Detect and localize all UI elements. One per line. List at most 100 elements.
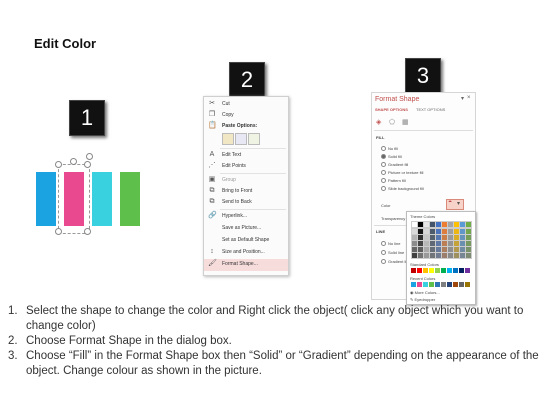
menu-separator bbox=[220, 148, 286, 149]
standard-color-swatch[interactable] bbox=[411, 268, 416, 273]
paint-bucket-icon: ◓ bbox=[448, 199, 453, 206]
theme-color-swatch[interactable] bbox=[465, 221, 472, 228]
context-menu: ✂ Cut ❐ Copy 📋 Paste Options: A Edit Tex… bbox=[203, 96, 289, 276]
line-heading[interactable]: LINE bbox=[376, 229, 385, 234]
shape-bar-blue[interactable] bbox=[36, 172, 56, 226]
color-wheel-icon: ◉ bbox=[410, 290, 414, 295]
menu-separator bbox=[220, 173, 286, 174]
selection-outline bbox=[58, 164, 90, 234]
recent-color-swatch[interactable] bbox=[417, 282, 422, 287]
resize-handle-bl[interactable] bbox=[55, 228, 62, 235]
menu-item-group[interactable]: ▣ Group bbox=[204, 175, 288, 186]
recent-color-swatch[interactable] bbox=[465, 282, 470, 287]
size-position-icon: ↕ bbox=[210, 248, 214, 255]
instruction-number: 2. bbox=[8, 335, 18, 347]
pane-divider bbox=[374, 130, 473, 131]
group-icon: ▣ bbox=[208, 176, 216, 183]
standard-color-swatch[interactable] bbox=[429, 268, 434, 273]
menu-separator bbox=[220, 209, 286, 210]
radio-gradient-line[interactable] bbox=[381, 259, 386, 264]
paste-picture-icon[interactable] bbox=[235, 133, 247, 145]
label-no-fill: No fill bbox=[388, 146, 399, 151]
tab-shape-options[interactable]: SHAPE OPTIONS bbox=[375, 107, 408, 112]
effects-icon[interactable]: ⬠ bbox=[389, 118, 397, 126]
radio-slide-bg-fill[interactable] bbox=[381, 186, 386, 191]
standard-color-swatch[interactable] bbox=[453, 268, 458, 273]
standard-color-row bbox=[411, 268, 473, 274]
paste-text-icon[interactable] bbox=[248, 133, 260, 145]
label-pattern-fill: Pattern fill bbox=[388, 178, 406, 183]
adjust-handle[interactable] bbox=[86, 153, 93, 160]
resize-handle-tr[interactable] bbox=[84, 161, 91, 168]
hyperlink-icon: 🔗 bbox=[208, 212, 217, 219]
radio-solid-fill[interactable] bbox=[381, 154, 386, 159]
standard-color-swatch[interactable] bbox=[417, 268, 422, 273]
shape-bar-green[interactable] bbox=[120, 172, 140, 226]
recent-color-swatch[interactable] bbox=[447, 282, 452, 287]
theme-colors-label: Theme Colors bbox=[410, 214, 436, 219]
standard-color-swatch[interactable] bbox=[447, 268, 452, 273]
recent-color-swatch[interactable] bbox=[435, 282, 440, 287]
tab-text-options[interactable]: TEXT OPTIONS bbox=[416, 107, 445, 112]
menu-item-format-shape[interactable]: 🖌 Format Shape... bbox=[204, 259, 288, 271]
instruction-text: Select the shape to change the color and… bbox=[26, 305, 524, 332]
menu-item-cut[interactable]: ✂ Cut bbox=[204, 99, 288, 110]
theme-color-swatch[interactable] bbox=[465, 252, 472, 259]
standard-color-swatch[interactable] bbox=[465, 268, 470, 273]
standard-color-swatch[interactable] bbox=[423, 268, 428, 273]
radio-solid-line[interactable] bbox=[381, 250, 386, 255]
recent-color-swatch[interactable] bbox=[429, 282, 434, 287]
more-colors-item[interactable]: ◉ More Colors... bbox=[410, 290, 440, 295]
color-palette-dropdown: Theme Colors Standard Colors Recent Colo… bbox=[406, 211, 476, 305]
resize-handle-br[interactable] bbox=[84, 228, 91, 235]
close-icon[interactable]: × bbox=[467, 95, 471, 101]
fill-heading[interactable]: FILL bbox=[376, 135, 384, 140]
instruction-number: 1. bbox=[8, 305, 18, 317]
edit-points-icon: ⋰ bbox=[208, 162, 216, 169]
menu-item-bring-to-front[interactable]: ⧉ Bring to Front bbox=[204, 186, 288, 197]
standard-color-swatch[interactable] bbox=[435, 268, 440, 273]
edit-text-icon: A bbox=[209, 151, 215, 158]
radio-picture-fill[interactable] bbox=[381, 170, 386, 175]
copy-icon: ❐ bbox=[208, 111, 216, 118]
paste-keep-source-icon[interactable] bbox=[222, 133, 234, 145]
instruction-item: 3. Choose “Fill” in the Format Shape box… bbox=[8, 349, 548, 379]
size-properties-icon[interactable]: ▦ bbox=[402, 118, 410, 126]
recent-color-swatch[interactable] bbox=[423, 282, 428, 287]
label-gradient-fill: Gradient fill bbox=[388, 162, 409, 167]
page-title: Edit Color bbox=[34, 36, 97, 51]
radio-gradient-fill[interactable] bbox=[381, 162, 386, 167]
eyedropper-item[interactable]: ✎ Eyedropper bbox=[410, 297, 435, 302]
menu-item-copy[interactable]: ❐ Copy bbox=[204, 110, 288, 121]
recent-color-swatch[interactable] bbox=[453, 282, 458, 287]
recent-color-swatch[interactable] bbox=[459, 282, 464, 287]
color-picker-button[interactable]: ◓ ▾ bbox=[446, 199, 464, 210]
menu-item-edit-text[interactable]: A Edit Text bbox=[204, 150, 288, 161]
menu-item-hyperlink[interactable]: 🔗 Hyperlink... bbox=[204, 211, 288, 222]
scissors-icon: ✂ bbox=[209, 100, 215, 107]
radio-pattern-fill[interactable] bbox=[381, 178, 386, 183]
chevron-down-icon: ▾ bbox=[457, 201, 461, 207]
format-shape-icon: 🖌 bbox=[208, 260, 217, 267]
bring-front-icon: ⧉ bbox=[209, 187, 215, 194]
paste-icon: 📋 bbox=[208, 122, 217, 129]
recent-color-swatch[interactable] bbox=[441, 282, 446, 287]
menu-item-set-default-shape[interactable]: Set as Default Shape bbox=[204, 235, 288, 246]
menu-item-save-as-picture[interactable]: Save as Picture... bbox=[204, 223, 288, 234]
recent-color-swatch[interactable] bbox=[411, 282, 416, 287]
resize-handle-tl[interactable] bbox=[55, 161, 62, 168]
fill-line-icon[interactable]: ◈ bbox=[376, 118, 384, 126]
recent-color-row bbox=[411, 282, 473, 288]
standard-color-swatch[interactable] bbox=[459, 268, 464, 273]
shape-bar-cyan[interactable] bbox=[92, 172, 112, 226]
pane-dropdown-icon[interactable]: ▾ bbox=[461, 95, 464, 102]
standard-color-swatch[interactable] bbox=[441, 268, 446, 273]
transparency-label: Transparency bbox=[381, 216, 406, 221]
radio-no-fill[interactable] bbox=[381, 146, 386, 151]
rotate-handle[interactable] bbox=[70, 158, 77, 165]
menu-item-send-to-back[interactable]: ⧉ Send to Back bbox=[204, 197, 288, 208]
label-solid-fill: Solid fill bbox=[388, 154, 402, 159]
radio-no-line[interactable] bbox=[381, 241, 386, 246]
menu-item-size-position[interactable]: ↕ Size and Position... bbox=[204, 247, 288, 258]
menu-item-edit-points[interactable]: ⋰ Edit Points bbox=[204, 161, 288, 172]
